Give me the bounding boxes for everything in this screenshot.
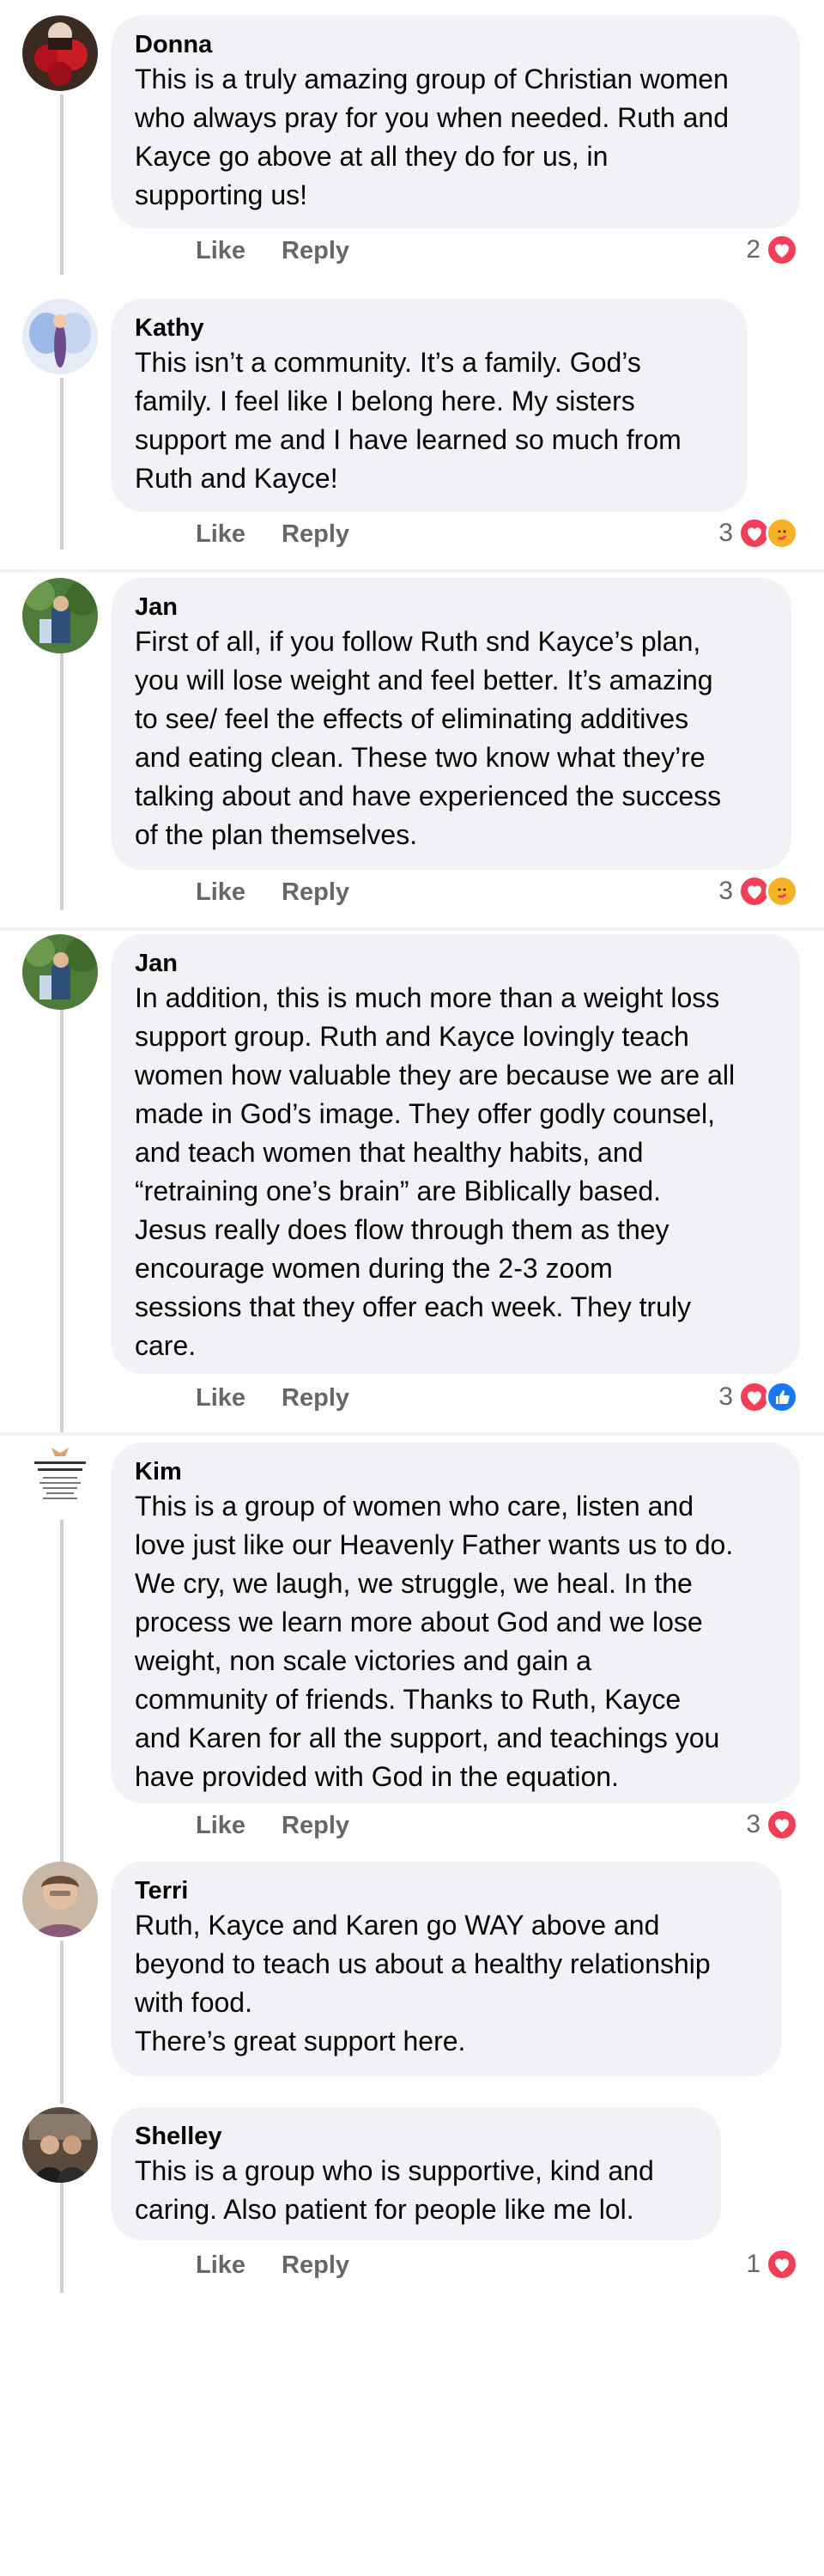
garden-avatar[interactable]	[22, 578, 98, 653]
like-button[interactable]: Like	[196, 2251, 245, 2280]
like-reaction-icon	[766, 1381, 798, 1413]
like-button[interactable]: Like	[196, 878, 245, 907]
reply-button[interactable]: Reply	[282, 878, 349, 907]
comment-actions: Like Reply	[196, 1384, 349, 1413]
comment-bubble: Jan In addition, this is much more than …	[112, 934, 800, 1374]
like-button[interactable]: Like	[196, 520, 245, 549]
comment-bubble: Shelley This is a group who is supportiv…	[112, 2107, 721, 2240]
like-button[interactable]: Like	[196, 1384, 245, 1413]
couple-avatar[interactable]	[22, 2107, 98, 2183]
reaction-summary[interactable]: 3	[718, 1381, 798, 1413]
portrait-avatar[interactable]	[22, 1862, 98, 1937]
garden-avatar[interactable]	[22, 934, 98, 1010]
thread-line	[60, 94, 64, 275]
comment-bubble: Terri Ruth, Kayce and Karen go WAY above…	[112, 1862, 781, 2076]
reply-button[interactable]: Reply	[282, 520, 349, 549]
comment-bubble: Kathy This isn’t a community. It’s a fam…	[112, 299, 747, 512]
reaction-summary[interactable]: 2	[746, 234, 798, 266]
comment-actions: Like Reply	[196, 520, 349, 549]
comment-text: This isn’t a community. It’s a family. G…	[135, 347, 682, 494]
heart-reaction-icon	[766, 2248, 798, 2281]
comment-actions: Like Reply	[196, 878, 349, 907]
separator	[0, 569, 824, 573]
comment-text: This is a group of women who care, liste…	[135, 1491, 734, 1792]
thread-line	[60, 1520, 64, 1863]
reaction-summary[interactable]: 1	[746, 2248, 798, 2281]
thread-line	[60, 378, 64, 550]
comment-author[interactable]: Kim	[135, 1456, 776, 1487]
heart-reaction-icon	[766, 234, 798, 266]
reaction-count: 3	[718, 877, 733, 905]
roses-avatar[interactable]	[22, 15, 98, 91]
thread-line	[60, 653, 64, 910]
comment-author[interactable]: Donna	[135, 29, 776, 60]
comment-text: This is a group who is supportive, kind …	[135, 2155, 654, 2225]
comment-bubble: Donna This is a truly amazing group of C…	[112, 15, 800, 228]
comment-author[interactable]: Terri	[135, 1875, 757, 1906]
comment-bubble: Kim This is a group of women who care, l…	[112, 1443, 800, 1803]
comment-author[interactable]: Kathy	[135, 313, 723, 343]
reaction-summary[interactable]: 3	[718, 875, 798, 908]
reply-button[interactable]: Reply	[282, 1384, 349, 1413]
comment-text: This is a truly amazing group of Christi…	[135, 64, 729, 210]
separator	[0, 1432, 824, 1436]
separator	[0, 927, 824, 931]
comment-text: In addition, this is much more than a we…	[135, 982, 736, 1361]
reaction-count: 3	[718, 519, 733, 547]
reaction-summary[interactable]: 3	[746, 1808, 798, 1841]
like-button[interactable]: Like	[196, 237, 245, 265]
like-button[interactable]: Like	[196, 1812, 245, 1840]
reply-button[interactable]: Reply	[282, 2251, 349, 2280]
comment-author[interactable]: Jan	[135, 592, 767, 623]
heart-reaction-icon	[766, 1808, 798, 1841]
reaction-count: 2	[746, 235, 760, 264]
butterfly-avatar[interactable]	[22, 299, 98, 374]
comment-actions: Like Reply	[196, 237, 349, 265]
quote-card-avatar[interactable]	[22, 1443, 98, 1518]
comment-bubble: Jan First of all, if you follow Ruth snd…	[112, 578, 791, 870]
reaction-summary[interactable]: 3	[718, 517, 798, 550]
reply-button[interactable]: Reply	[282, 1812, 349, 1840]
care-reaction-icon	[766, 875, 798, 908]
thread-line	[60, 1941, 64, 2104]
care-reaction-icon	[766, 517, 798, 550]
reaction-count: 3	[718, 1382, 733, 1411]
comment-text: Ruth, Kayce and Karen go WAY above and b…	[135, 1910, 711, 2057]
thread-line	[60, 2181, 64, 2293]
comment-text: First of all, if you follow Ruth snd Kay…	[135, 626, 722, 850]
reply-button[interactable]: Reply	[282, 237, 349, 265]
thread-line	[60, 1005, 64, 1434]
reaction-count: 1	[746, 2250, 760, 2278]
comment-author[interactable]: Jan	[135, 948, 776, 979]
reaction-count: 3	[746, 1810, 760, 1838]
comment-author[interactable]: Shelley	[135, 2121, 697, 2152]
comment-actions: Like Reply	[196, 1812, 349, 1840]
comment-actions: Like Reply	[196, 2251, 349, 2280]
